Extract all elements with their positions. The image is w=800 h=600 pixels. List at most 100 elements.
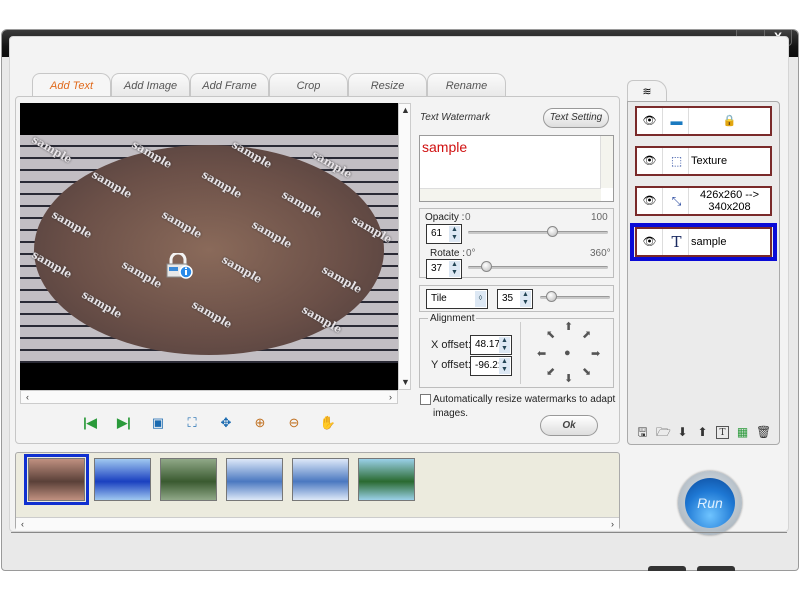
tab-add-image[interactable]: Add Image — [111, 73, 190, 97]
align-top-icon[interactable]: ⬆ — [564, 320, 573, 333]
rotate-max-label: 360° — [590, 248, 611, 259]
x-offset-spinner[interactable]: 48.17 ▲ ▼ — [470, 335, 512, 355]
delete-icon[interactable]: 🗑 — [756, 426, 771, 439]
rotate-value: 37 — [431, 263, 443, 274]
preview-vertical-scrollbar[interactable]: ▲ ▼ — [398, 103, 411, 390]
scroll-right-button[interactable]: › — [606, 518, 619, 531]
status-bar — [11, 532, 787, 552]
alignment-arrow-pad: ⬆ ⬉ ⬈ ⬅ ● ➡ ⬋ ⬊ ⬇ — [535, 320, 603, 386]
watermark-text-input[interactable]: sample — [419, 135, 614, 202]
scroll-left-button[interactable]: ‹ — [16, 518, 29, 531]
tile-spacing-spinner[interactable]: 35 ▲ ▼ — [497, 289, 533, 309]
run-button[interactable]: Run — [678, 471, 742, 535]
eye-icon[interactable]: 👁 — [637, 188, 663, 214]
opacity-label: Opacity : — [425, 212, 465, 223]
add-text-layer-icon[interactable]: T — [716, 426, 729, 439]
tile-slider-thumb[interactable] — [545, 291, 557, 302]
opacity-value: 61 — [431, 228, 443, 239]
layer-lock-thumbnail: 🔒 — [691, 108, 768, 134]
align-left-icon[interactable]: ⬅ — [537, 347, 546, 360]
thumbnail-2[interactable] — [94, 458, 151, 501]
spinner-arrows-icon[interactable]: ▲ ▼ — [449, 261, 460, 277]
y-offset-spinner[interactable]: -96.2: ▲ ▼ — [470, 356, 512, 376]
open-folder-icon[interactable]: 🗁 — [656, 426, 671, 439]
decorative-foot — [697, 566, 735, 571]
fit-window-button[interactable]: ▣ — [148, 414, 168, 432]
tile-spacing-value: 35 — [502, 293, 514, 304]
x-offset-label: X offset: — [431, 339, 472, 351]
frame-icon: ⬚ — [665, 148, 689, 174]
center-button[interactable]: ✥ — [216, 414, 236, 432]
textarea-vertical-scrollbar[interactable] — [600, 136, 613, 188]
save-icon[interactable]: 🖫 — [636, 426, 649, 439]
align-bottom-icon[interactable]: ⬇ — [564, 372, 573, 385]
scroll-left-button[interactable]: ‹ — [21, 391, 34, 404]
tab-add-text[interactable]: Add Text — [32, 73, 111, 97]
opacity-slider[interactable] — [468, 231, 608, 234]
align-top-left-icon[interactable]: ⬉ — [546, 328, 555, 341]
spinner-arrows-icon[interactable]: ▲ ▼ — [449, 226, 460, 242]
layer-item-text[interactable]: 👁 T sample — [635, 227, 772, 257]
layers-tab[interactable]: ≋ — [627, 80, 667, 102]
align-bottom-left-icon[interactable]: ⬋ — [546, 365, 555, 378]
add-image-layer-icon[interactable]: ▦ — [736, 426, 749, 439]
tab-add-frame[interactable]: Add Frame — [190, 73, 269, 97]
rotate-spinner[interactable]: 37 ▲ ▼ — [426, 259, 462, 279]
scroll-down-button[interactable]: ▼ — [399, 376, 412, 389]
textarea-horizontal-scrollbar[interactable] — [420, 188, 601, 201]
layer-label: sample — [691, 236, 727, 248]
align-right-icon[interactable]: ➡ — [591, 347, 600, 360]
pan-button[interactable]: ✋ — [318, 414, 338, 432]
thumbnail-list — [24, 454, 415, 505]
spinner-arrows-icon[interactable]: ▲ ▼ — [499, 358, 510, 374]
thumbnail-1[interactable] — [24, 454, 89, 505]
layer-toolbar: 🖫 🗁 ⬇ ⬆ T ▦ 🗑 — [636, 426, 771, 439]
image-icon: ▬ — [665, 108, 689, 134]
thumbnail-scrollbar[interactable]: ‹ › — [16, 517, 619, 530]
lock-image-icon: 🔒 — [722, 115, 737, 127]
first-image-icon: |◀ — [83, 415, 97, 430]
move-up-icon[interactable]: ⬆ — [696, 426, 709, 439]
actual-size-button[interactable]: ⛶ — [182, 414, 202, 432]
align-bottom-right-icon[interactable]: ⬊ — [582, 365, 591, 378]
scroll-up-button[interactable]: ▲ — [399, 104, 412, 117]
image-preview[interactable]: sample sample sample sample sample sample samp… — [20, 103, 398, 390]
layer-item-image[interactable]: 👁 ▬ 🔒 — [635, 106, 772, 136]
layer-item-resize[interactable]: 👁 ⤡ 426x260 --> 340x208 — [635, 186, 772, 216]
select-arrow-icon[interactable]: ◊ — [475, 291, 486, 307]
tile-mode-select[interactable]: Tile ◊ — [426, 289, 488, 309]
zoom-in-button[interactable]: ⊕ — [250, 414, 270, 432]
first-image-button[interactable]: |◀ — [80, 414, 100, 432]
text-setting-button[interactable]: Text Setting — [543, 108, 609, 128]
spinner-arrows-icon[interactable]: ▲ ▼ — [520, 291, 531, 307]
tab-rename[interactable]: Rename — [427, 73, 506, 97]
rotate-label: Rotate : — [430, 248, 466, 259]
eye-icon[interactable]: 👁 — [637, 148, 663, 174]
zoom-out-button[interactable]: ⊖ — [284, 414, 304, 432]
layer-item-texture[interactable]: 👁 ⬚ Texture — [635, 146, 772, 176]
tab-crop[interactable]: Crop — [269, 73, 348, 97]
tab-resize[interactable]: Resize — [348, 73, 427, 97]
move-down-icon[interactable]: ⬇ — [676, 426, 689, 439]
thumbnail-6[interactable] — [358, 458, 415, 501]
auto-resize-checkbox[interactable] — [420, 394, 431, 405]
thumbnail-5[interactable] — [292, 458, 349, 501]
eye-icon[interactable]: 👁 — [637, 229, 663, 255]
align-center-icon[interactable]: ● — [564, 347, 571, 359]
opacity-slider-thumb[interactable] — [546, 226, 558, 237]
thumbnail-4[interactable] — [226, 458, 283, 501]
opacity-spinner[interactable]: 61 ▲ ▼ — [426, 224, 462, 244]
eye-icon[interactable]: 👁 — [637, 108, 663, 134]
pan-hand-icon: ✋ — [319, 415, 337, 430]
zoom-out-icon: ⊖ — [288, 415, 300, 430]
ok-button[interactable]: Ok — [540, 415, 598, 436]
zoom-in-icon: ⊕ — [254, 415, 266, 430]
align-top-right-icon[interactable]: ⬈ — [582, 328, 591, 341]
thumbnail-3[interactable] — [160, 458, 217, 501]
last-image-button[interactable]: ▶| — [114, 414, 134, 432]
scroll-right-button[interactable]: › — [384, 391, 397, 404]
preview-horizontal-scrollbar[interactable]: ‹ › — [20, 390, 398, 404]
last-image-icon: ▶| — [117, 415, 131, 430]
spinner-arrows-icon[interactable]: ▲ ▼ — [499, 337, 510, 353]
decorative-foot — [648, 566, 686, 571]
